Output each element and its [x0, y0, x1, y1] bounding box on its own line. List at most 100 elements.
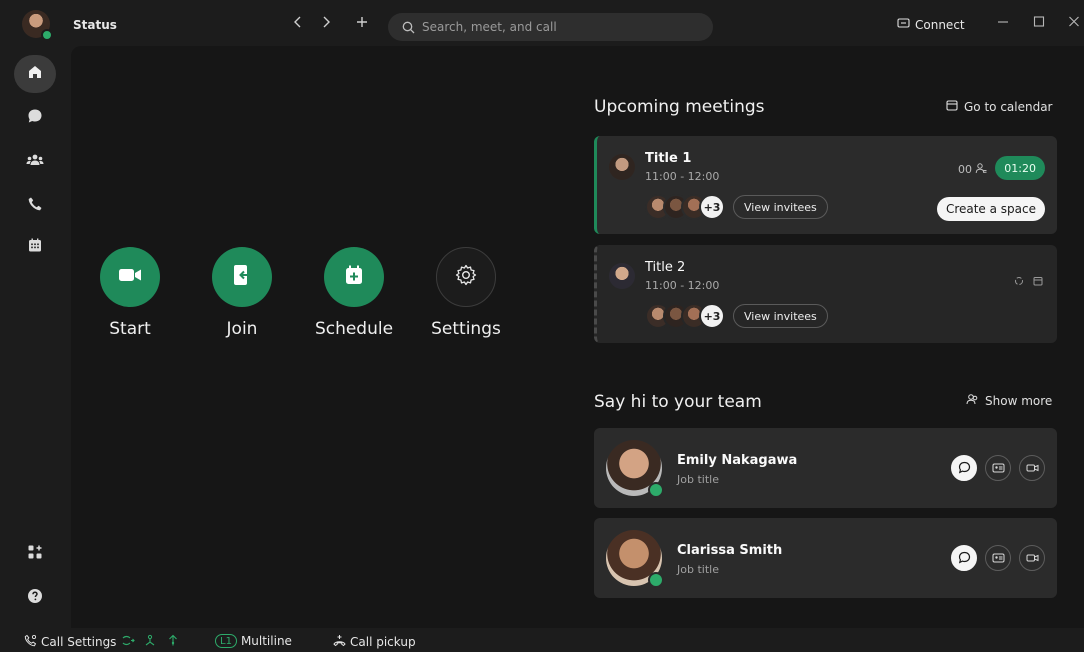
- invitee-avatars: +3 View invitees: [645, 303, 828, 329]
- member-job-title: Job title: [677, 473, 719, 486]
- organizer-avatar: [609, 154, 635, 180]
- meeting-card[interactable]: Title 2 11:00 - 12:00 +3 View invitees: [594, 245, 1057, 343]
- call-pickup-icon: [333, 634, 346, 650]
- contact-card-icon: [992, 459, 1005, 478]
- connect-icon: [897, 18, 910, 32]
- rail-calendar[interactable]: [14, 228, 56, 266]
- calendar-icon: [27, 237, 43, 257]
- schedule-meeting-button[interactable]: Schedule: [314, 247, 394, 339]
- avatar: [606, 530, 664, 588]
- view-invitees-button[interactable]: View invitees: [733, 304, 828, 328]
- user-avatar[interactable]: [22, 10, 53, 41]
- go-to-calendar-label: Go to calendar: [964, 99, 1053, 114]
- join-icon: [231, 263, 253, 291]
- show-more-link[interactable]: Show more: [966, 393, 1052, 408]
- invitee-avatars: +3 View invitees: [645, 194, 828, 220]
- meeting-timer[interactable]: 01:20: [995, 156, 1045, 180]
- mobility-icon[interactable]: [166, 634, 180, 647]
- attendee-count: 00: [958, 162, 987, 177]
- sync-icon: [1014, 271, 1024, 290]
- start-meeting-button[interactable]: Start: [90, 247, 170, 339]
- call-pickup-label: Call pickup: [350, 635, 416, 649]
- show-more-label: Show more: [985, 393, 1053, 408]
- search-input[interactable]: Search, meet, and call: [388, 13, 713, 41]
- avatar: [606, 440, 664, 498]
- apps-icon: [27, 544, 43, 564]
- video-call-button[interactable]: [1019, 545, 1045, 571]
- call-pickup-button[interactable]: Call pickup: [333, 634, 416, 650]
- member-actions: [951, 545, 1045, 571]
- help-icon: [27, 588, 43, 608]
- presence-indicator: [648, 482, 664, 498]
- meeting-card[interactable]: Title 1 11:00 - 12:00 +3 View invitees 0…: [594, 136, 1057, 234]
- home-icon: [27, 64, 43, 84]
- rail-messaging[interactable]: [14, 99, 56, 137]
- connect-button[interactable]: Connect: [897, 18, 965, 32]
- meeting-title: Title 1: [645, 151, 692, 166]
- message-button[interactable]: [951, 545, 977, 571]
- attendee-count-value: 00: [958, 163, 972, 176]
- video-camera-icon: [1026, 549, 1039, 568]
- people-icon: [966, 393, 979, 408]
- upcoming-meetings-title: Upcoming meetings: [594, 97, 765, 117]
- join-meeting-button[interactable]: Join: [202, 247, 282, 339]
- multiline-button[interactable]: L1 Multiline: [215, 634, 292, 648]
- start-circle: [100, 247, 160, 307]
- call-forward-icon[interactable]: [121, 634, 135, 647]
- member-name: Clarissa Smith: [677, 543, 783, 558]
- team-member-card[interactable]: Clarissa Smith Job title: [594, 518, 1057, 598]
- view-invitees-button[interactable]: View invitees: [733, 195, 828, 219]
- chevron-right-icon[interactable]: [320, 14, 332, 34]
- attendees-icon: [975, 162, 987, 177]
- line-badge: L1: [215, 634, 237, 648]
- rail-teams[interactable]: [14, 143, 56, 181]
- single-number-reach-icon[interactable]: [143, 634, 157, 647]
- multiline-label: Multiline: [240, 634, 292, 648]
- search-placeholder: Search, meet, and call: [422, 20, 557, 34]
- team-section-title: Say hi to your team: [594, 392, 762, 412]
- start-label: Start: [109, 319, 151, 339]
- meeting-status-icons: [1014, 271, 1043, 290]
- meeting-time: 11:00 - 12:00: [645, 279, 720, 292]
- rail-help[interactable]: [14, 579, 56, 617]
- connect-label: Connect: [915, 18, 965, 32]
- rail-home[interactable]: [14, 55, 56, 93]
- message-button[interactable]: [951, 455, 977, 481]
- phone-icon: [27, 196, 43, 216]
- rail-apps[interactable]: [14, 535, 56, 573]
- status-label[interactable]: Status: [73, 18, 117, 32]
- calendar-icon: [946, 99, 958, 114]
- plus-icon[interactable]: [355, 14, 369, 34]
- minimize-icon[interactable]: [997, 14, 1009, 32]
- call-settings-button[interactable]: Call Settings: [24, 634, 116, 650]
- create-space-button[interactable]: Create a space: [936, 197, 1045, 221]
- meeting-settings-button[interactable]: Settings: [426, 247, 506, 339]
- schedule-circle: [324, 247, 384, 307]
- member-job-title: Job title: [677, 563, 719, 576]
- contact-card-button[interactable]: [985, 545, 1011, 571]
- call-settings-label: Call Settings: [41, 635, 117, 649]
- schedule-label: Schedule: [314, 319, 394, 339]
- maximize-icon[interactable]: [1033, 14, 1045, 32]
- search-icon: [402, 21, 415, 34]
- team-member-card[interactable]: Emily Nakagawa Job title: [594, 428, 1057, 508]
- presence-indicator: [648, 572, 664, 588]
- title-bar: Status Search, meet, and call Connect: [0, 0, 1084, 46]
- chevron-left-icon[interactable]: [292, 14, 304, 34]
- go-to-calendar-link[interactable]: Go to calendar: [946, 99, 1053, 114]
- video-call-button[interactable]: [1019, 455, 1045, 481]
- video-camera-icon: [117, 265, 143, 289]
- video-camera-icon: [1026, 459, 1039, 478]
- settings-circle: [436, 247, 496, 307]
- settings-label: Settings: [431, 319, 501, 339]
- rail-calling[interactable]: [14, 187, 56, 225]
- contact-card-button[interactable]: [985, 455, 1011, 481]
- join-label: Join: [226, 319, 258, 339]
- meeting-time: 11:00 - 12:00: [645, 170, 720, 183]
- phone-settings-icon: [24, 634, 37, 650]
- close-icon[interactable]: [1068, 14, 1080, 32]
- status-bar: Call Settings L1 Multiline Call pickup: [0, 630, 1084, 652]
- calendar-icon: [1033, 271, 1043, 290]
- meeting-title: Title 2: [645, 260, 686, 275]
- organizer-avatar: [609, 263, 635, 289]
